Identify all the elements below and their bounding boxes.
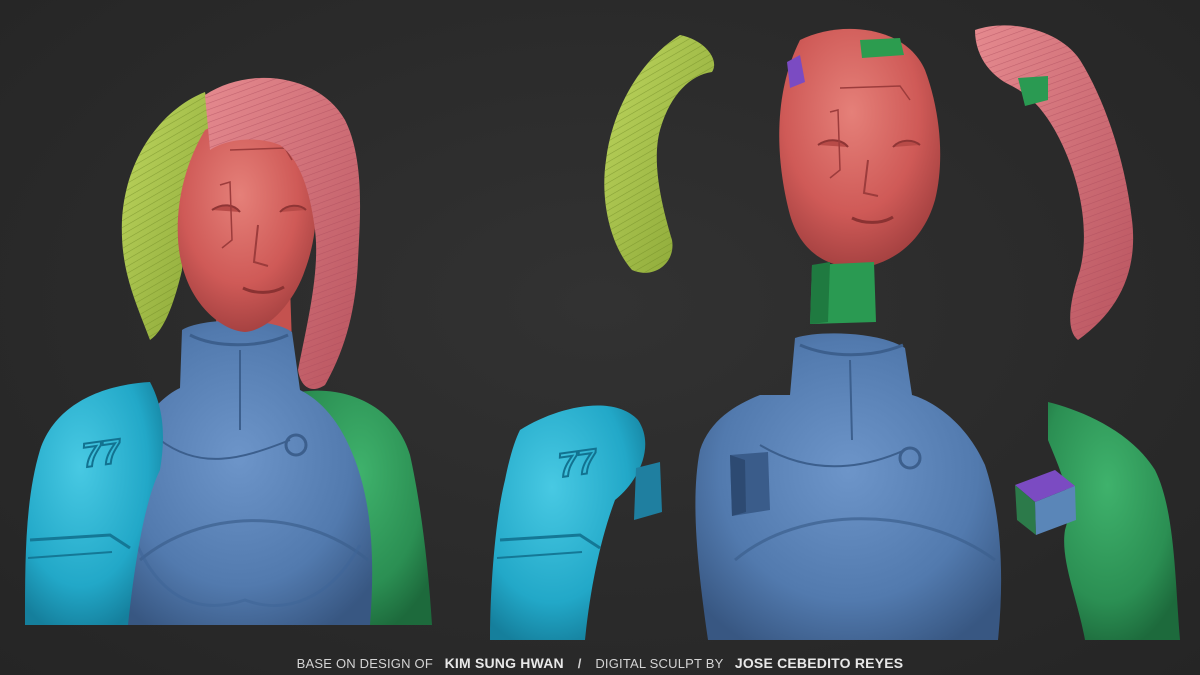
- shoulder-number-assembled: 77: [80, 432, 125, 475]
- credit-designer: KIM SUNG HWAN: [444, 655, 564, 671]
- credit-sculpt-prefix: DIGITAL SCULPT BY: [595, 656, 724, 671]
- assembled-bust: 77: [25, 77, 432, 625]
- credit-separator: /: [577, 656, 582, 671]
- credit-prefix: BASE ON DESIGN OF: [296, 656, 433, 671]
- head-exploded: [779, 28, 941, 268]
- shoulder-number-exploded: 77: [556, 442, 601, 485]
- credit-sculptor: JOSE CEBEDITO REYES: [734, 655, 904, 671]
- cyan-sleeve-exploded: [490, 405, 646, 640]
- exploded-parts: 77: [490, 25, 1180, 640]
- sculpt-canvas: 77 77 BASE ON DESIGN OF KIM SUNG HWAN / …: [0, 0, 1200, 675]
- sculpt-illustration: 77 77: [25, 25, 1180, 640]
- credit-line: BASE ON DESIGN OF KIM SUNG HWAN / DIGITA…: [0, 655, 1200, 671]
